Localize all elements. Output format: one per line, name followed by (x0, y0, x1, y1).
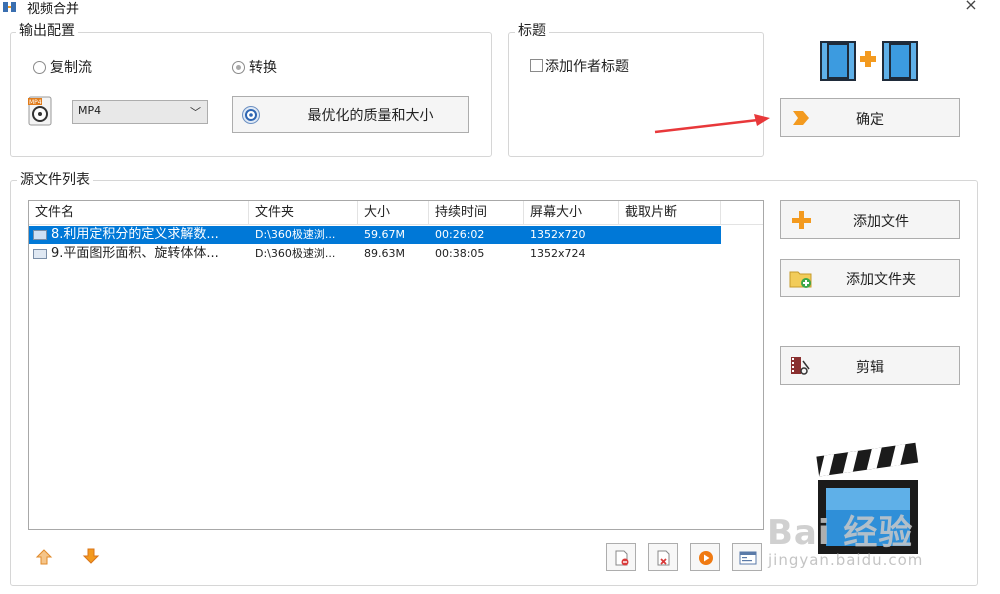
cell-name: 9.平面图形面积、旋转体体... (51, 246, 219, 261)
video-file-icon (33, 230, 47, 240)
move-up-icon[interactable] (34, 547, 54, 567)
delete-file-icon (657, 550, 670, 566)
column-header-duration[interactable]: 持续时间 (429, 201, 524, 224)
merge-films-icon (820, 41, 918, 81)
add-file-label: 添加文件 (853, 214, 909, 230)
copy-stream-label[interactable]: 复制流 (50, 57, 92, 77)
copy-stream-radio[interactable] (33, 61, 46, 74)
edit-button[interactable]: 剪辑 (780, 346, 960, 385)
add-author-title-label[interactable]: 添加作者标题 (545, 56, 629, 76)
quality-settings-label: 最优化的质量和大小 (307, 108, 434, 124)
cell-size: 59.67M (364, 228, 405, 241)
table-row[interactable]: 8.利用定积分的定义求解数... D:\360极速浏... 59.67M 00:… (29, 226, 721, 244)
move-down-icon[interactable] (81, 546, 101, 566)
watermark-url: jingyan.baidu.com (768, 551, 924, 569)
output-config-label: 输出配置 (16, 22, 78, 40)
convert-label[interactable]: 转换 (249, 57, 277, 77)
confirm-label: 确定 (856, 112, 884, 128)
add-file-button[interactable]: 添加文件 (780, 200, 960, 239)
window-title: 视频合并 (27, 2, 80, 17)
video-file-icon (33, 249, 47, 259)
quality-settings-icon (242, 106, 260, 124)
app-film-icon (3, 2, 16, 12)
close-button[interactable]: × (962, 0, 980, 14)
delete-file-button[interactable] (648, 543, 678, 571)
cell-folder: D:\360极速浏... (255, 247, 336, 260)
convert-radio[interactable] (232, 61, 245, 74)
play-button[interactable] (690, 543, 720, 571)
cell-duration: 00:26:02 (435, 228, 485, 241)
file-list[interactable]: 文件名 文件夹 大小 持续时间 屏幕大小 截取片断 8.利用定积分的定义求解数.… (28, 200, 764, 530)
source-list-label: 源文件列表 (17, 171, 93, 189)
mp4-file-icon: MP4 (28, 96, 52, 126)
cell-name: 8.利用定积分的定义求解数... (51, 227, 219, 242)
title-group-label: 标题 (515, 22, 549, 40)
title-bar: 视频合并 × (0, 0, 1000, 17)
output-config-group (10, 32, 492, 157)
cell-screen: 1352x724 (530, 247, 586, 260)
column-header-size[interactable]: 大小 (358, 201, 429, 224)
cell-duration: 00:38:05 (435, 247, 485, 260)
add-folder-label: 添加文件夹 (846, 272, 916, 288)
edit-label: 剪辑 (856, 360, 884, 376)
chevron-down-icon: ﹀ (190, 106, 201, 119)
column-header-name[interactable]: 文件名 (29, 201, 249, 224)
add-author-title-checkbox[interactable] (530, 59, 543, 72)
cell-size: 89.63M (364, 247, 405, 260)
confirm-button[interactable]: 确定 (780, 98, 960, 137)
remove-file-icon (615, 550, 629, 566)
list-header: 文件名 文件夹 大小 持续时间 屏幕大小 截取片断 (29, 201, 763, 225)
title-group (508, 32, 764, 157)
play-icon (699, 551, 713, 565)
table-row[interactable]: 9.平面图形面积、旋转体体... D:\360极速浏... 89.63M 00:… (29, 245, 721, 263)
format-select-value: MP4 (78, 104, 102, 117)
annotation-arrow (654, 114, 770, 134)
column-header-clip[interactable]: 截取片断 (619, 201, 721, 224)
column-header-screen[interactable]: 屏幕大小 (524, 201, 619, 224)
info-button[interactable] (732, 543, 762, 571)
format-select[interactable]: MP4 ﹀ (72, 100, 208, 124)
cell-folder: D:\360极速浏... (255, 228, 336, 241)
column-header-folder[interactable]: 文件夹 (249, 201, 358, 224)
svg-text:MP4: MP4 (29, 99, 42, 106)
info-icon (739, 551, 757, 565)
cell-screen: 1352x720 (530, 228, 586, 241)
quality-settings-button[interactable]: 最优化的质量和大小 (232, 96, 469, 133)
remove-file-button[interactable] (606, 543, 636, 571)
watermark-logo: Bai 经验 (767, 513, 914, 553)
add-folder-button[interactable]: 添加文件夹 (780, 259, 960, 297)
